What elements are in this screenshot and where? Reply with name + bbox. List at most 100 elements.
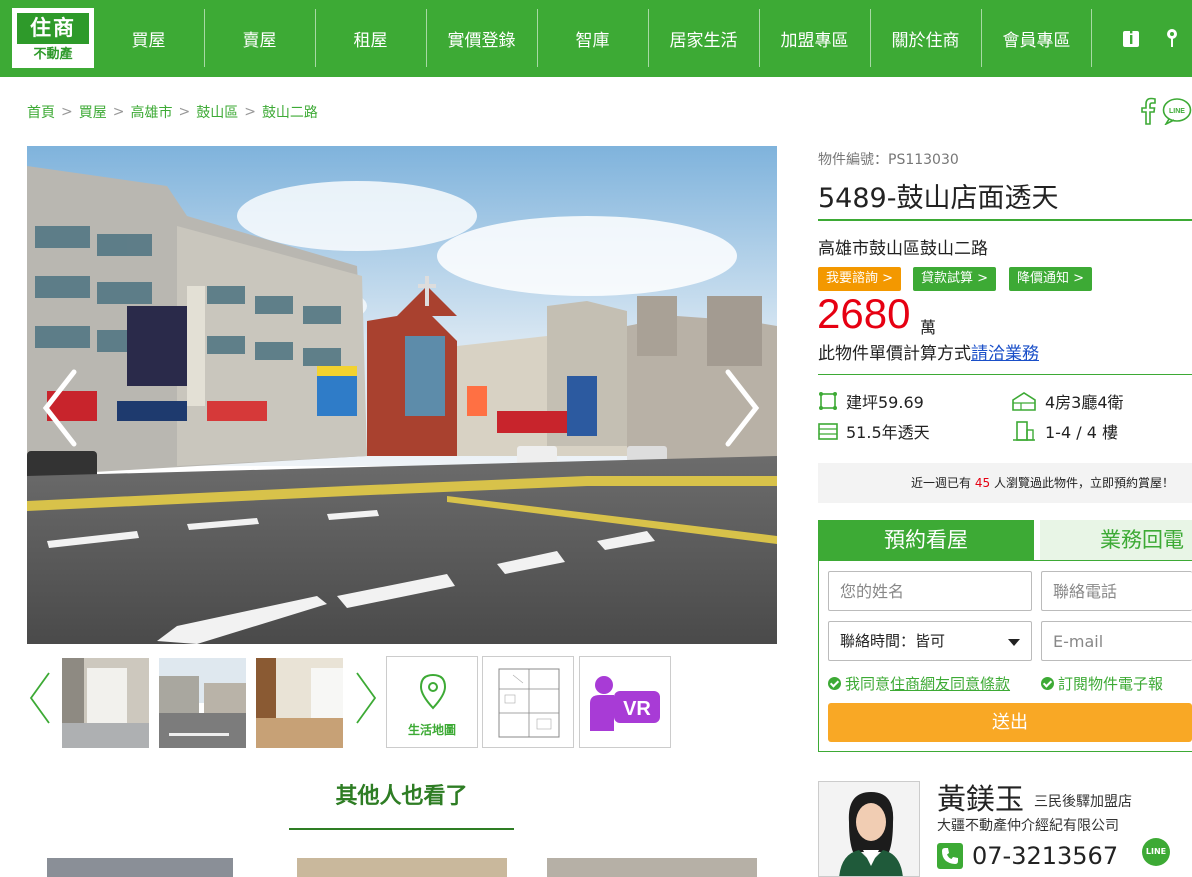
- nav-member[interactable]: 會員專區: [981, 0, 1092, 77]
- agent-name: 黃鎂玉: [937, 782, 1025, 816]
- line-share-label: LINE: [1169, 108, 1185, 115]
- main-nav: 買屋 賣屋 租屋 實價登錄 智庫 居家生活 加盟專區 關於住商 會員專區: [93, 0, 1092, 77]
- breadcrumb-city[interactable]: 高雄市: [130, 102, 172, 122]
- consult-button[interactable]: 我要諮詢 >: [818, 267, 902, 291]
- nav-divider: [1091, 9, 1092, 67]
- loan-label: 貸款試算: [921, 271, 974, 286]
- agent-photo-image: [819, 782, 919, 876]
- breadcrumb-road[interactable]: 鼓山二路: [262, 102, 318, 122]
- life-map-tile[interactable]: 生活地圖: [386, 656, 478, 748]
- terms-link[interactable]: 住商網友同意條款: [890, 673, 1010, 694]
- object-number: 物件編號：PS113030: [818, 152, 959, 168]
- thumbnail-2[interactable]: [159, 658, 246, 748]
- site-logo[interactable]: 住商 不動產: [12, 8, 94, 68]
- house-layout-icon: [1012, 392, 1036, 411]
- breadcrumb-buy[interactable]: 買屋: [79, 102, 107, 122]
- line-share-icon[interactable]: LINE: [1161, 97, 1192, 125]
- info-icon[interactable]: [1122, 28, 1140, 48]
- thumbnail-image: [256, 658, 343, 748]
- thumbnail-image: [62, 658, 149, 748]
- spec-layout: 4房3廳4衛: [1011, 389, 1124, 413]
- listing-title: 5489-鼓山店面透天: [818, 183, 1059, 214]
- life-map-label: 生活地圖: [407, 723, 456, 737]
- contact-agent-link[interactable]: 請洽業務: [971, 344, 1039, 364]
- submit-button[interactable]: 送出: [828, 703, 1192, 742]
- breadcrumb-home[interactable]: 首頁: [27, 102, 55, 122]
- phone-icon: [937, 843, 963, 869]
- phone-field[interactable]: [1041, 571, 1192, 611]
- spec-age: 51.5年透天: [818, 419, 930, 443]
- breadcrumb-chevron-icon: >: [178, 104, 191, 120]
- spec-layout-value: 4房3廳4衛: [1045, 393, 1124, 412]
- spec-floor-value: 1-4 / 4 樓: [1045, 423, 1118, 442]
- tab-agent-callback[interactable]: 業務回電: [1040, 520, 1192, 561]
- views-prefix: 近一週已有: [911, 476, 972, 490]
- agree-terms-checkbox[interactable]: 我同意 住商網友同意條款: [828, 673, 1010, 694]
- nav-price-registry[interactable]: 實價登錄: [426, 0, 537, 77]
- main-property-photo[interactable]: [27, 146, 777, 644]
- chevron-right-icon: >: [1073, 271, 1085, 286]
- thumbnail-1[interactable]: [62, 658, 149, 748]
- thumbs-next-chevron-icon[interactable]: [353, 670, 379, 726]
- photo-prev-chevron-icon[interactable]: [40, 368, 80, 448]
- nav-franchise[interactable]: 加盟專區: [759, 0, 870, 77]
- logo-top-text: 住商: [17, 13, 89, 44]
- title-divider: [818, 219, 1192, 221]
- agent-line-label: LINE: [1145, 847, 1167, 856]
- others-card-2[interactable]: [297, 858, 507, 877]
- nav-about[interactable]: 關於住商: [870, 0, 981, 77]
- agent-phone[interactable]: 07-3213567: [972, 842, 1118, 870]
- chevron-right-icon: >: [977, 271, 989, 286]
- thumbnail-3[interactable]: [256, 658, 343, 748]
- nav-buy[interactable]: 買屋: [93, 0, 204, 77]
- others-heading-underline: [289, 828, 514, 830]
- views-suffix: 人瀏覽過此物件，立即預約賞屋！: [993, 476, 1174, 490]
- views-count: 45: [974, 476, 991, 490]
- unit-price-note: 此物件單價計算方式請洽業務: [818, 339, 1039, 364]
- price-drop-alert-button[interactable]: 降價通知 >: [1009, 267, 1093, 291]
- vr-label: VR: [623, 698, 651, 720]
- tab-book-viewing[interactable]: 預約看屋: [818, 520, 1034, 561]
- subscribe-checkbox[interactable]: 訂閱物件電子報: [1041, 673, 1163, 694]
- contact-time-value: 聯絡時間：皆可: [840, 632, 946, 650]
- area-icon: [819, 392, 837, 410]
- nav-sell[interactable]: 賣屋: [204, 0, 315, 77]
- agree-prefix: 我同意: [845, 675, 891, 693]
- breadcrumb-chevron-icon: >: [244, 104, 256, 120]
- others-card-1[interactable]: [47, 858, 233, 877]
- phone-handset-glyph: [942, 848, 958, 864]
- nav-rent[interactable]: 租屋: [315, 0, 426, 77]
- facebook-icon[interactable]: [1139, 97, 1157, 125]
- agent-line-icon[interactable]: LINE: [1142, 838, 1170, 866]
- recent-views-banner: 近一週已有 45 人瀏覽過此物件，立即預約賞屋！: [818, 463, 1192, 503]
- agent-company: 大疆不動產仲介經紀有限公司: [937, 818, 1119, 834]
- photo-next-chevron-icon[interactable]: [722, 368, 762, 448]
- vr-person-icon: VR: [590, 676, 660, 731]
- nav-think-tank[interactable]: 智庫: [537, 0, 648, 77]
- loan-calculator-button[interactable]: 貸款試算 >: [913, 267, 997, 291]
- spec-floor: 1-4 / 4 樓: [1011, 419, 1118, 443]
- price-unit: 萬: [920, 318, 937, 337]
- price-drop-label: 降價通知: [1017, 271, 1070, 286]
- subscribe-label: 訂閱物件電子報: [1058, 675, 1164, 693]
- thumbs-prev-chevron-icon[interactable]: [27, 670, 53, 726]
- breadcrumb-chevron-icon: >: [112, 104, 125, 120]
- building-age-icon: [818, 423, 838, 440]
- location-pin-icon[interactable]: [1163, 28, 1181, 48]
- dropdown-caret-icon: [1008, 639, 1020, 646]
- check-circle-icon: [828, 677, 841, 690]
- breadcrumb-district[interactable]: 鼓山區: [196, 102, 238, 122]
- spec-age-value: 51.5年透天: [846, 423, 930, 442]
- thumbnail-image: [159, 658, 246, 748]
- email-field[interactable]: [1041, 621, 1192, 661]
- floor-plan-tile[interactable]: [482, 656, 574, 748]
- breadcrumb-chevron-icon: >: [61, 104, 73, 120]
- map-pin-icon: [419, 673, 447, 710]
- check-circle-icon: [1041, 677, 1054, 690]
- vr-tour-tile[interactable]: VR: [579, 656, 671, 748]
- others-card-3[interactable]: [547, 858, 757, 877]
- name-field[interactable]: [828, 571, 1032, 611]
- listing-price: 2680: [817, 290, 911, 337]
- nav-home-living[interactable]: 居家生活: [648, 0, 759, 77]
- contact-time-select[interactable]: 聯絡時間：皆可: [828, 621, 1032, 661]
